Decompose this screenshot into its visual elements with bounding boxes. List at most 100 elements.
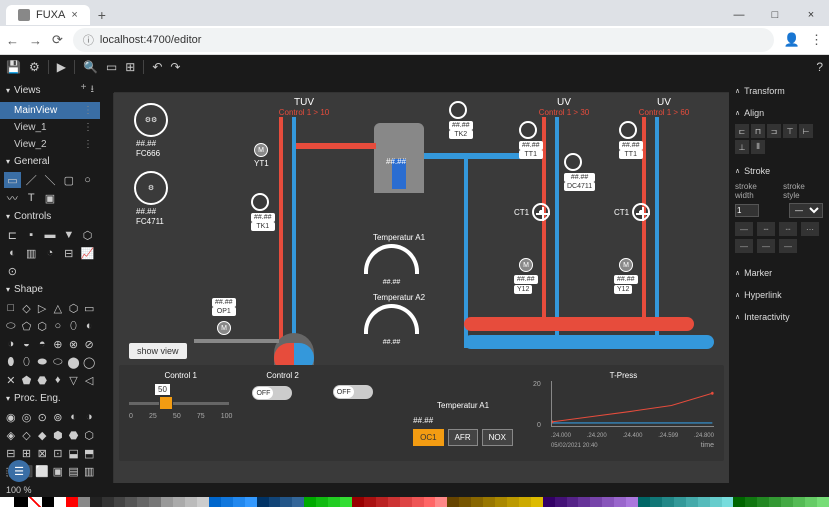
- stroke-header[interactable]: ∧Stroke: [733, 163, 825, 179]
- shape-tool-22[interactable]: ⬤: [67, 354, 81, 370]
- shape-tool-7[interactable]: ⬠: [20, 318, 34, 334]
- proceng-tool-6[interactable]: ◈: [4, 427, 18, 443]
- select-icon[interactable]: ▭: [106, 60, 117, 74]
- zoom-icon[interactable]: 🔍: [83, 60, 98, 74]
- gauge-tool[interactable]: ◐: [4, 245, 21, 261]
- align-top[interactable]: ⊤: [783, 124, 797, 138]
- shape-tool-29[interactable]: ◁: [82, 372, 96, 388]
- shape-tool-4[interactable]: ⬡: [67, 300, 81, 316]
- indicator-fc666[interactable]: ⚙⚙: [134, 103, 168, 137]
- align-left[interactable]: ⊏: [735, 124, 749, 138]
- fan-icon[interactable]: [632, 203, 650, 221]
- shape-tool-13[interactable]: ◒: [20, 336, 34, 352]
- chip-afr[interactable]: AFR: [448, 429, 478, 446]
- toggle3[interactable]: OFF: [333, 385, 373, 399]
- stroke-style-select[interactable]: —: [789, 203, 823, 218]
- help-icon[interactable]: ?: [816, 60, 823, 74]
- proceng-tool-17[interactable]: ⬒: [82, 445, 96, 461]
- t-press-chart[interactable]: T-Press 20 0 .24.000.24.200.24.400.24.59…: [533, 371, 714, 441]
- gauge-a2[interactable]: ##.##: [364, 304, 419, 334]
- tt1-indicator[interactable]: [519, 121, 537, 139]
- pipe[interactable]: [655, 117, 659, 335]
- dash-4[interactable]: ⋯: [801, 222, 819, 236]
- reload-button[interactable]: ⟳: [52, 32, 63, 48]
- menu-icon[interactable]: ⋮: [810, 32, 823, 48]
- proceng-tool-9[interactable]: ⬢: [51, 427, 65, 443]
- pipe[interactable]: [279, 117, 283, 347]
- shape-tool-21[interactable]: ⬭: [51, 354, 65, 370]
- maximize-button[interactable]: □: [757, 9, 793, 21]
- pipe[interactable]: [296, 143, 376, 149]
- proceng-tool-10[interactable]: ⬣: [67, 427, 81, 443]
- main-pipe-blue[interactable]: [464, 335, 714, 349]
- proceng-tool-15[interactable]: ⊡: [51, 445, 65, 461]
- add-view-icon[interactable]: +: [81, 82, 87, 99]
- proceng-tool-12[interactable]: ⊟: [4, 445, 18, 461]
- motor-y12b[interactable]: M: [619, 258, 633, 272]
- ruler-vertical[interactable]: [100, 93, 114, 483]
- proceng-tool-4[interactable]: ◐: [67, 409, 81, 425]
- gear-icon[interactable]: ⚙: [29, 60, 40, 74]
- minimize-button[interactable]: —: [721, 9, 757, 21]
- pipe-grey[interactable]: [194, 339, 279, 343]
- shape-tool-11[interactable]: ◐: [82, 318, 96, 334]
- proceng-tool-13[interactable]: ⊞: [20, 445, 34, 461]
- proceng-tool-11[interactable]: ⬡: [82, 427, 96, 443]
- forward-button[interactable]: →: [29, 33, 42, 48]
- proceng-tool-0[interactable]: ◉: [4, 409, 18, 425]
- align-bottom[interactable]: ⊥: [735, 140, 749, 154]
- tank[interactable]: ##.##: [374, 123, 424, 193]
- shape-tool-6[interactable]: ⬭: [4, 318, 18, 334]
- new-tab-button[interactable]: +: [90, 7, 114, 23]
- proceng-tool-3[interactable]: ⊚: [51, 409, 65, 425]
- motor-yt1[interactable]: M: [254, 143, 268, 157]
- chip-nox[interactable]: NOX: [482, 429, 513, 446]
- dash-2[interactable]: ╌: [757, 222, 775, 236]
- align-right[interactable]: ⊐: [767, 124, 781, 138]
- shape-tool-19[interactable]: ⬯: [20, 354, 34, 370]
- input-tool[interactable]: ⊏: [4, 227, 21, 243]
- gauge-a1[interactable]: ##.##: [364, 244, 419, 274]
- select-tool[interactable]: ▼: [60, 227, 77, 243]
- dash-1[interactable]: —: [735, 222, 753, 236]
- fan-icon[interactable]: [532, 203, 550, 221]
- proceng-tool-5[interactable]: ◑: [82, 409, 96, 425]
- indicator-fc4711[interactable]: ⚙: [134, 171, 168, 205]
- import-view-icon[interactable]: ⭳: [91, 82, 95, 99]
- shape-tool-23[interactable]: ◯: [82, 354, 96, 370]
- shape-tool-3[interactable]: △: [51, 300, 65, 316]
- general-header[interactable]: ▾ General: [0, 153, 100, 170]
- align-center-h[interactable]: ⊓: [751, 124, 765, 138]
- stroke-width-input[interactable]: [735, 204, 759, 217]
- shape-tool-20[interactable]: ⬬: [35, 354, 49, 370]
- canvas[interactable]: ⚙⚙ ##.## FC666 ⚙ ##.## FC4711 TUV Contro…: [114, 93, 729, 483]
- shape-tool-18[interactable]: ⬮: [4, 354, 18, 370]
- image-tool[interactable]: ▣: [42, 190, 59, 206]
- pipe[interactable]: [555, 117, 559, 335]
- shape-tool-5[interactable]: ▭: [82, 300, 96, 316]
- chart-tool[interactable]: 📈: [79, 245, 96, 261]
- shape-tool-28[interactable]: ▽: [67, 372, 81, 388]
- shape-tool-24[interactable]: ✕: [4, 372, 18, 388]
- proceng-tool-1[interactable]: ◎: [20, 409, 34, 425]
- address-bar[interactable]: ⓘ localhost:4700/editor: [73, 28, 774, 52]
- line-tool[interactable]: ／: [23, 172, 40, 188]
- show-view-button[interactable]: show view: [129, 343, 187, 359]
- view-item-View_2[interactable]: View_2⋮: [0, 136, 100, 153]
- shape-tool-9[interactable]: ○: [51, 318, 65, 334]
- cap-1[interactable]: —: [735, 239, 753, 253]
- pipe[interactable]: [292, 117, 296, 347]
- play-icon[interactable]: ▶: [57, 60, 66, 74]
- interactivity-header[interactable]: ∧Interactivity: [733, 309, 825, 325]
- pointer-tool[interactable]: ▭: [4, 172, 21, 188]
- proceng-tool-22[interactable]: ▤: [67, 463, 81, 479]
- proceng-tool-7[interactable]: ◇: [20, 427, 34, 443]
- control2-toggle[interactable]: OFF: [252, 386, 292, 400]
- shape-tool-0[interactable]: □: [4, 300, 18, 316]
- slider-tool[interactable]: ⊟: [60, 245, 77, 261]
- rect-tool[interactable]: ▢: [60, 172, 77, 188]
- close-button[interactable]: ×: [793, 9, 829, 21]
- back-button[interactable]: ←: [6, 33, 19, 48]
- ellipse-tool[interactable]: ○: [79, 172, 96, 188]
- distribute-h[interactable]: ⫴: [751, 140, 765, 154]
